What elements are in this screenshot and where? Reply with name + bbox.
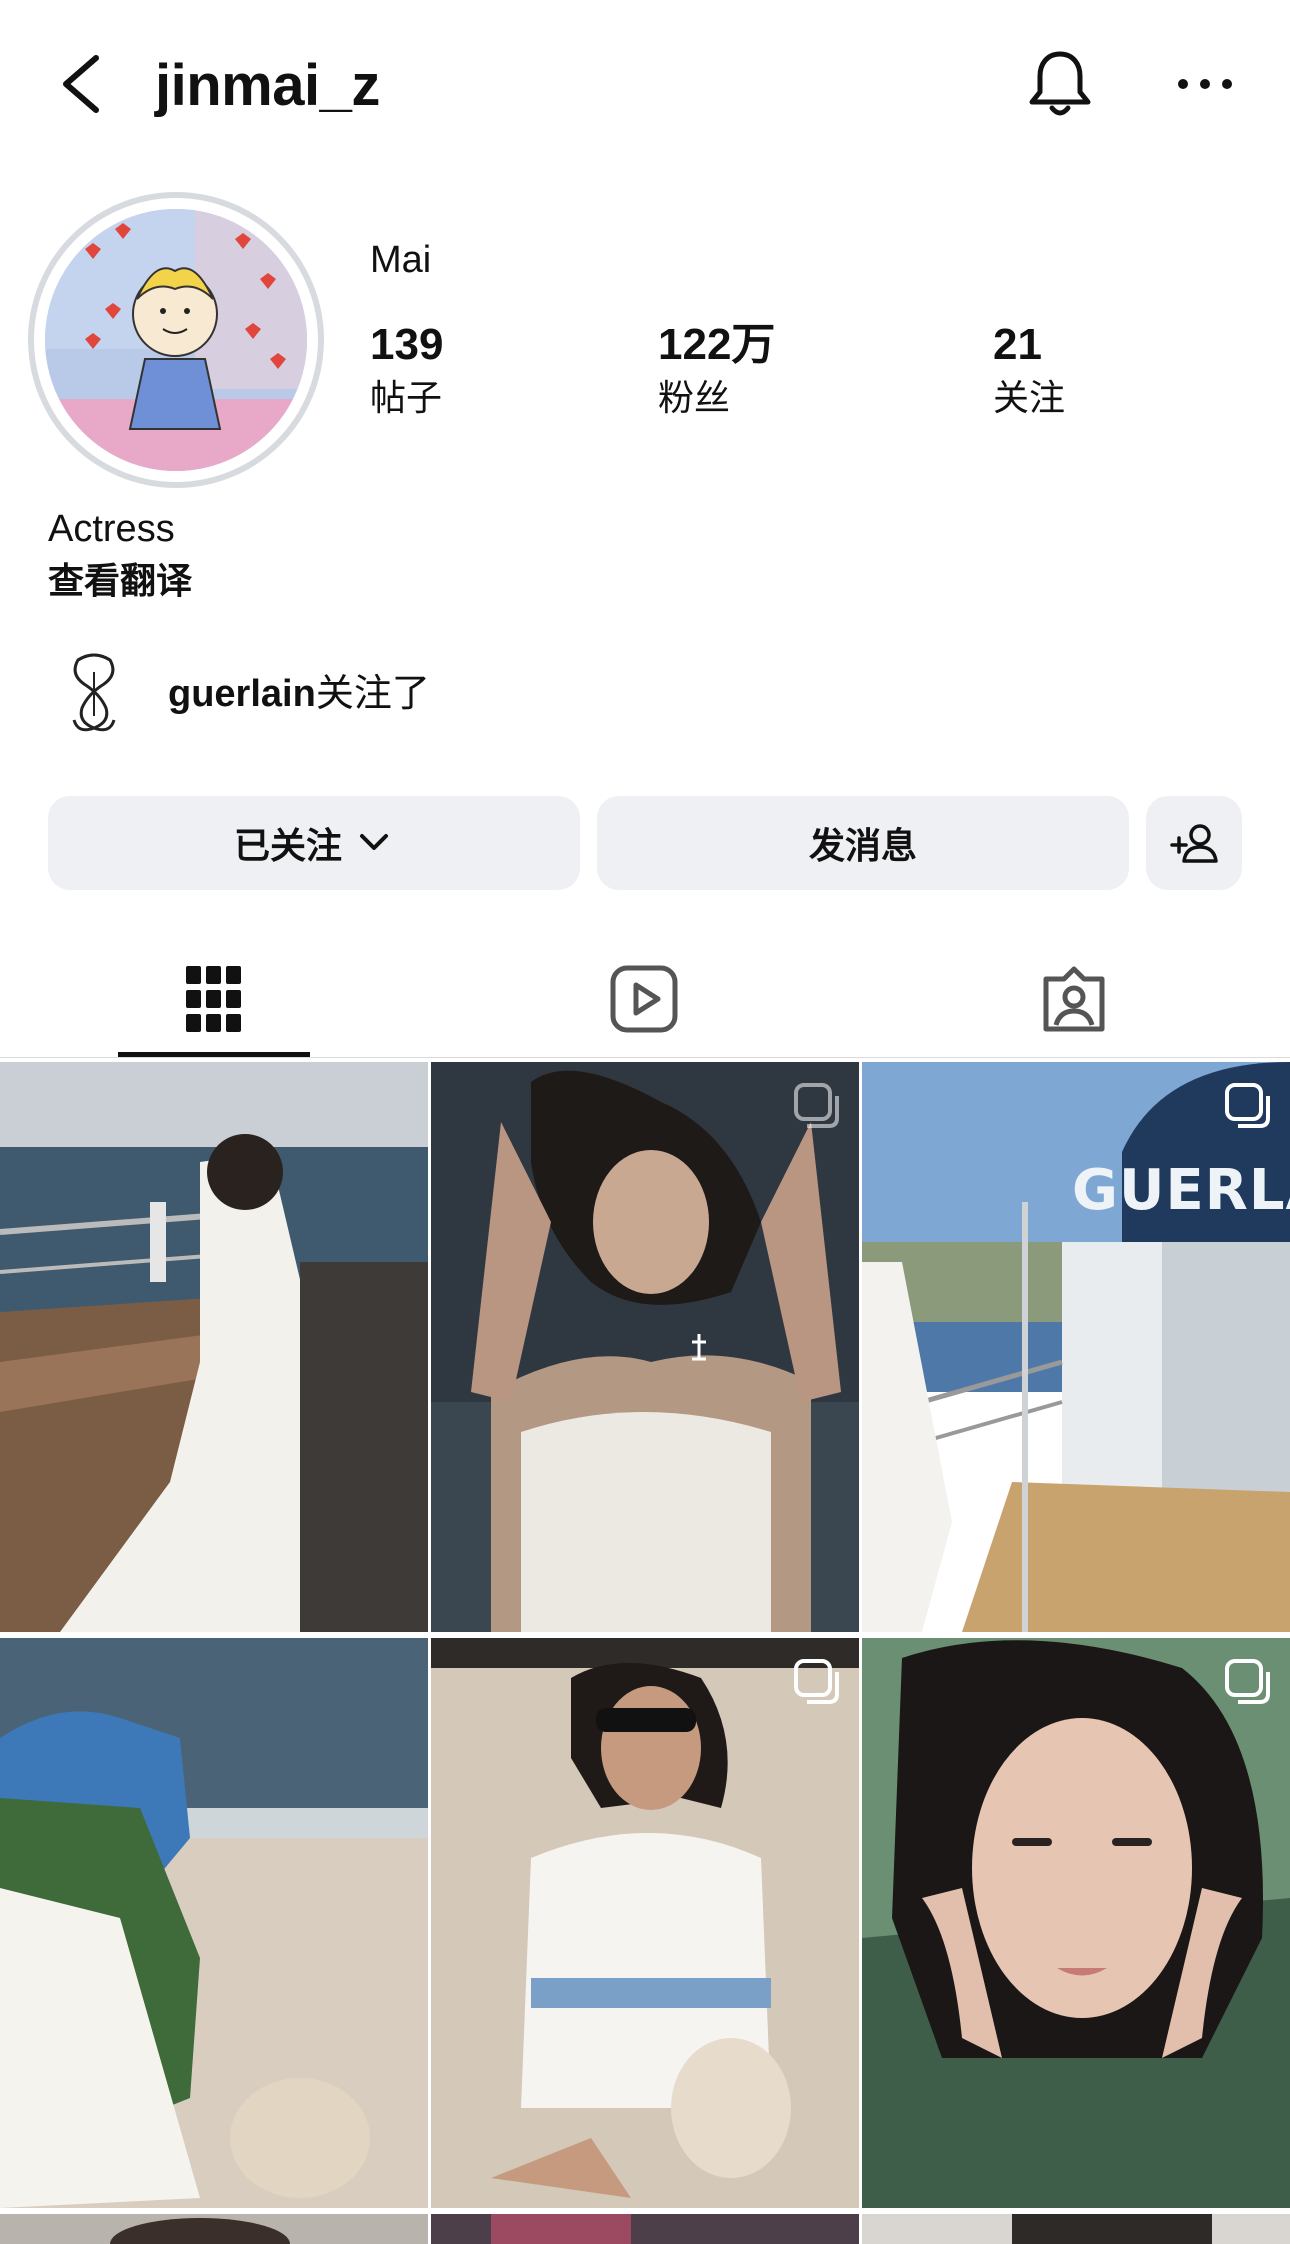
- tagged-icon: [1043, 966, 1105, 1032]
- post-thumbnail[interactable]: [862, 2214, 1290, 2244]
- stat-posts-label: 帖子: [370, 377, 443, 418]
- stat-posts[interactable]: 139 帖子: [370, 316, 443, 422]
- chevron-down-icon: [360, 834, 388, 850]
- post-image: [862, 1638, 1290, 2208]
- multiple-photos-icon: [794, 1659, 839, 1704]
- add-user-icon: [1170, 824, 1218, 863]
- following-button-label: 已关注: [233, 825, 342, 866]
- post-image: [862, 1062, 1290, 1632]
- stat-following-label: 关注: [993, 377, 1066, 418]
- display-name: Mai: [370, 239, 432, 281]
- mutual-follower-avatar[interactable]: [58, 650, 130, 736]
- post-thumbnail[interactable]: [0, 1062, 428, 1632]
- avatar[interactable]: [28, 192, 324, 488]
- post-image: [0, 1638, 428, 2208]
- bio-text: Actress: [48, 508, 175, 550]
- cursor-marker-icon: [692, 1334, 706, 1361]
- see-translation-link[interactable]: 查看翻译: [48, 554, 192, 608]
- multiple-photos-icon: [794, 1083, 839, 1128]
- stat-followers-label: 粉丝: [658, 377, 731, 418]
- multiple-photos-icon: [1225, 1083, 1270, 1128]
- back-button[interactable]: [52, 44, 112, 124]
- stat-followers[interactable]: 122万 粉丝: [658, 316, 775, 422]
- post-image: [431, 2214, 859, 2244]
- post-sign-text: GUERLA: [1072, 1158, 1290, 1223]
- stat-followers-value: 122万: [658, 320, 776, 369]
- post-thumbnail[interactable]: GUERLA: [862, 1062, 1290, 1632]
- bell-icon: [1029, 51, 1091, 116]
- stat-following-value: 21: [993, 320, 1042, 369]
- post-thumbnail[interactable]: [431, 1638, 859, 2208]
- tab-reels[interactable]: [548, 944, 740, 1054]
- tab-tagged[interactable]: [978, 944, 1170, 1054]
- profile-username: jinmai_z: [155, 53, 380, 118]
- guerlain-logo-icon: [72, 653, 116, 732]
- mutual-follower-suffix: 关注了: [315, 673, 430, 715]
- following-button[interactable]: 已关注: [48, 796, 580, 890]
- post-image: [431, 1062, 859, 1632]
- multiple-photos-icon: [1225, 1659, 1270, 1704]
- message-button[interactable]: 发消息: [597, 796, 1129, 890]
- tab-posts[interactable]: [118, 944, 310, 1054]
- post-image: [0, 2214, 428, 2244]
- post-thumbnail[interactable]: [431, 1062, 859, 1632]
- more-options-button[interactable]: [1170, 44, 1240, 124]
- post-thumbnail[interactable]: [431, 2214, 859, 2244]
- mutual-follower-name[interactable]: guerlain: [168, 673, 316, 715]
- post-image: [431, 1638, 859, 2208]
- reels-icon: [610, 965, 678, 1033]
- post-thumbnail[interactable]: [862, 1638, 1290, 2208]
- post-thumbnail[interactable]: [0, 2214, 428, 2244]
- notifications-button[interactable]: [1020, 44, 1100, 124]
- stat-posts-value: 139: [370, 320, 444, 369]
- post-thumbnail[interactable]: [0, 1638, 428, 2208]
- avatar-image: [45, 209, 307, 471]
- post-image: [0, 1062, 428, 1632]
- more-horizontal-icon: [1178, 79, 1232, 89]
- stat-following[interactable]: 21 关注: [993, 316, 1065, 422]
- tabs-divider: [0, 1057, 1290, 1058]
- suggest-users-button[interactable]: [1146, 796, 1242, 890]
- mutual-follower-text[interactable]: guerlain关注了: [168, 666, 430, 722]
- chevron-left-icon: [63, 55, 99, 113]
- post-image: [862, 2214, 1290, 2244]
- grid-icon: [186, 966, 241, 1032]
